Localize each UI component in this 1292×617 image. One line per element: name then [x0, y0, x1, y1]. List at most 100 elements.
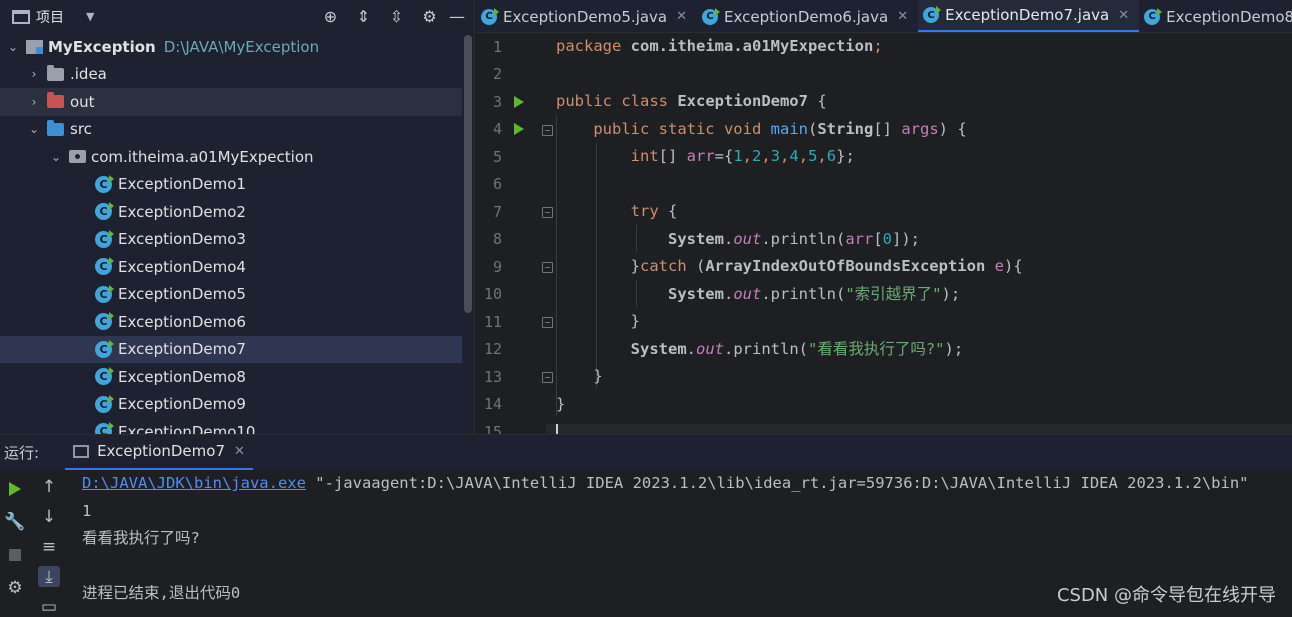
tree-scrollbar[interactable]	[464, 35, 472, 313]
project-panel-toolbar: ⊕ ⇕ ⇳ ⚙ —	[314, 0, 468, 33]
locate-file-icon[interactable]: ⊕	[314, 0, 347, 33]
watermark: CSDN @命令导包在线开导	[1056, 585, 1276, 606]
code-token: println(	[733, 339, 808, 358]
line-number: 7	[492, 202, 502, 221]
tree-item-class[interactable]: C ExceptionDemo6	[0, 308, 462, 336]
code-line: package com.itheima.a01MyExpection;	[556, 33, 1292, 61]
tree-item-out[interactable]: › out	[0, 88, 462, 116]
code-token: {	[658, 202, 678, 220]
editor-tab[interactable]: C ExceptionDemo5.java ✕	[476, 0, 697, 32]
java-exe-link[interactable]: D:\JAVA\JDK\bin\java.exe	[82, 474, 306, 492]
project-panel-title[interactable]: 项目	[36, 7, 64, 27]
expand-all-icon[interactable]: ⇕	[347, 0, 380, 33]
tree-item-label: src	[70, 120, 92, 139]
gutter-line: 5	[476, 143, 546, 171]
tab-label: ExceptionDemo6.java	[724, 7, 889, 26]
chevron-down-icon[interactable]: ▼	[86, 10, 94, 23]
fold-icon[interactable]	[542, 207, 553, 218]
chevron-down-icon[interactable]: ⌄	[6, 40, 20, 54]
gear-icon[interactable]: ⚙	[413, 0, 446, 33]
line-number: 12	[483, 340, 502, 359]
line-number: 8	[492, 230, 502, 249]
arrow-down-icon[interactable]: ↓	[38, 507, 60, 528]
tree-item-class[interactable]: C ExceptionDemo1	[0, 171, 462, 199]
code-line: }	[556, 391, 1292, 419]
close-icon[interactable]: ✕	[234, 444, 245, 459]
code-token: 1	[733, 147, 743, 165]
editor-tab-active[interactable]: C ExceptionDemo7.java ✕	[918, 0, 1140, 32]
fold-icon[interactable]	[542, 262, 553, 273]
tree-item-class[interactable]: C ExceptionDemo3	[0, 226, 462, 254]
gutter-line: 3	[476, 88, 546, 116]
java-class-icon: C	[1144, 7, 1163, 25]
folder-icon	[47, 64, 64, 81]
tree-item-label: ExceptionDemo2	[118, 202, 246, 221]
code-line: }	[556, 363, 1292, 391]
tree-item-class[interactable]: C ExceptionDemo2	[0, 198, 462, 226]
tree-item-package[interactable]: ⌄ com.itheima.a01MyExpection	[0, 143, 462, 171]
code-token: println(	[770, 229, 846, 248]
tree-item-label: ExceptionDemo3	[118, 230, 246, 249]
run-main-icon[interactable]	[514, 123, 524, 135]
code-token: []	[658, 147, 687, 165]
tree-item-module[interactable]: ⌄ MyException D:\JAVA\MyException	[0, 33, 462, 61]
line-number: 3	[492, 92, 502, 111]
tree-item-src[interactable]: ⌄ src	[0, 116, 462, 144]
chevron-right-icon[interactable]: ›	[27, 67, 41, 81]
run-tab[interactable]: ExceptionDemo7 ✕	[65, 435, 253, 471]
fold-icon[interactable]	[542, 124, 553, 136]
fold-icon[interactable]	[542, 372, 553, 383]
code-token: 4	[789, 147, 799, 165]
code-token: ={	[714, 147, 734, 165]
run-class-icon[interactable]	[514, 95, 524, 108]
hide-panel-icon[interactable]: —	[446, 0, 468, 33]
code-editor[interactable]: 1 2 3 4 5 6 7 8 9 10 11 12 13 14 15 pack…	[476, 33, 1292, 434]
chevron-down-icon[interactable]: ⌄	[49, 150, 63, 164]
gutter-line: 11	[476, 308, 553, 336]
console-line: D:\JAVA\JDK\bin\java.exe "-javaagent:D:\…	[82, 470, 1292, 498]
tree-item-label: MyException	[48, 37, 156, 56]
code-token: []	[873, 119, 892, 138]
tree-item-idea[interactable]: › .idea	[0, 61, 462, 89]
tree-item-class[interactable]: C ExceptionDemo4	[0, 253, 462, 281]
code-content[interactable]: package com.itheima.a01MyExpection; publ…	[556, 33, 1292, 434]
line-number: 15	[483, 422, 502, 434]
stop-icon[interactable]	[4, 543, 26, 567]
project-view-icon	[12, 9, 30, 24]
tree-item-class[interactable]: C ExceptionDemo5	[0, 281, 462, 309]
code-token: println(	[770, 284, 846, 303]
tree-item-class[interactable]: C ExceptionDemo10	[0, 418, 462, 434]
close-icon[interactable]: ✕	[676, 9, 687, 24]
tree-item-label: ExceptionDemo10	[118, 422, 256, 434]
editor-tab[interactable]: C ExceptionDemo6.java ✕	[697, 0, 918, 32]
settings-icon[interactable]: ⚙	[4, 576, 26, 600]
code-line: try {	[556, 198, 1292, 226]
tree-item-class[interactable]: C ExceptionDemo8	[0, 363, 462, 391]
wrench-icon[interactable]: 🔧	[4, 510, 26, 534]
java-class-icon: C	[95, 339, 114, 358]
fold-icon[interactable]	[542, 317, 553, 328]
print-icon[interactable]: ▭	[38, 596, 60, 617]
collapse-all-icon[interactable]: ⇳	[380, 0, 413, 33]
close-icon[interactable]: ✕	[897, 9, 908, 24]
tree-item-class[interactable]: C ExceptionDemo9	[0, 391, 462, 419]
line-number: 11	[483, 312, 502, 331]
chevron-down-icon[interactable]: ⌄	[27, 122, 41, 136]
code-token: ) {	[938, 119, 967, 138]
run-panel-body: 🔧 ⚙ ↑ ↓ ≡ ⤓ ▭ D:\JAVA\JDK\bin\java.exe "…	[0, 470, 1292, 617]
close-icon[interactable]: ✕	[1118, 8, 1129, 23]
code-token: }	[630, 257, 640, 275]
line-number: 14	[483, 395, 502, 414]
tree-item-class-selected[interactable]: C ExceptionDemo7	[0, 335, 462, 363]
tree-item-label: ExceptionDemo7	[118, 340, 246, 359]
code-line: }catch (ArrayIndexOutOfBoundsException e…	[556, 253, 1292, 281]
chevron-right-icon[interactable]: ›	[27, 95, 41, 109]
java-class-icon: C	[95, 174, 114, 193]
arrow-up-icon[interactable]: ↑	[38, 477, 60, 498]
code-token: out	[733, 284, 762, 303]
editor-tab[interactable]: C ExceptionDemo8.java	[1139, 0, 1292, 32]
scroll-to-end-icon[interactable]: ⤓	[38, 566, 60, 588]
soft-wrap-icon[interactable]: ≡	[38, 537, 60, 558]
rerun-icon[interactable]	[4, 477, 26, 501]
